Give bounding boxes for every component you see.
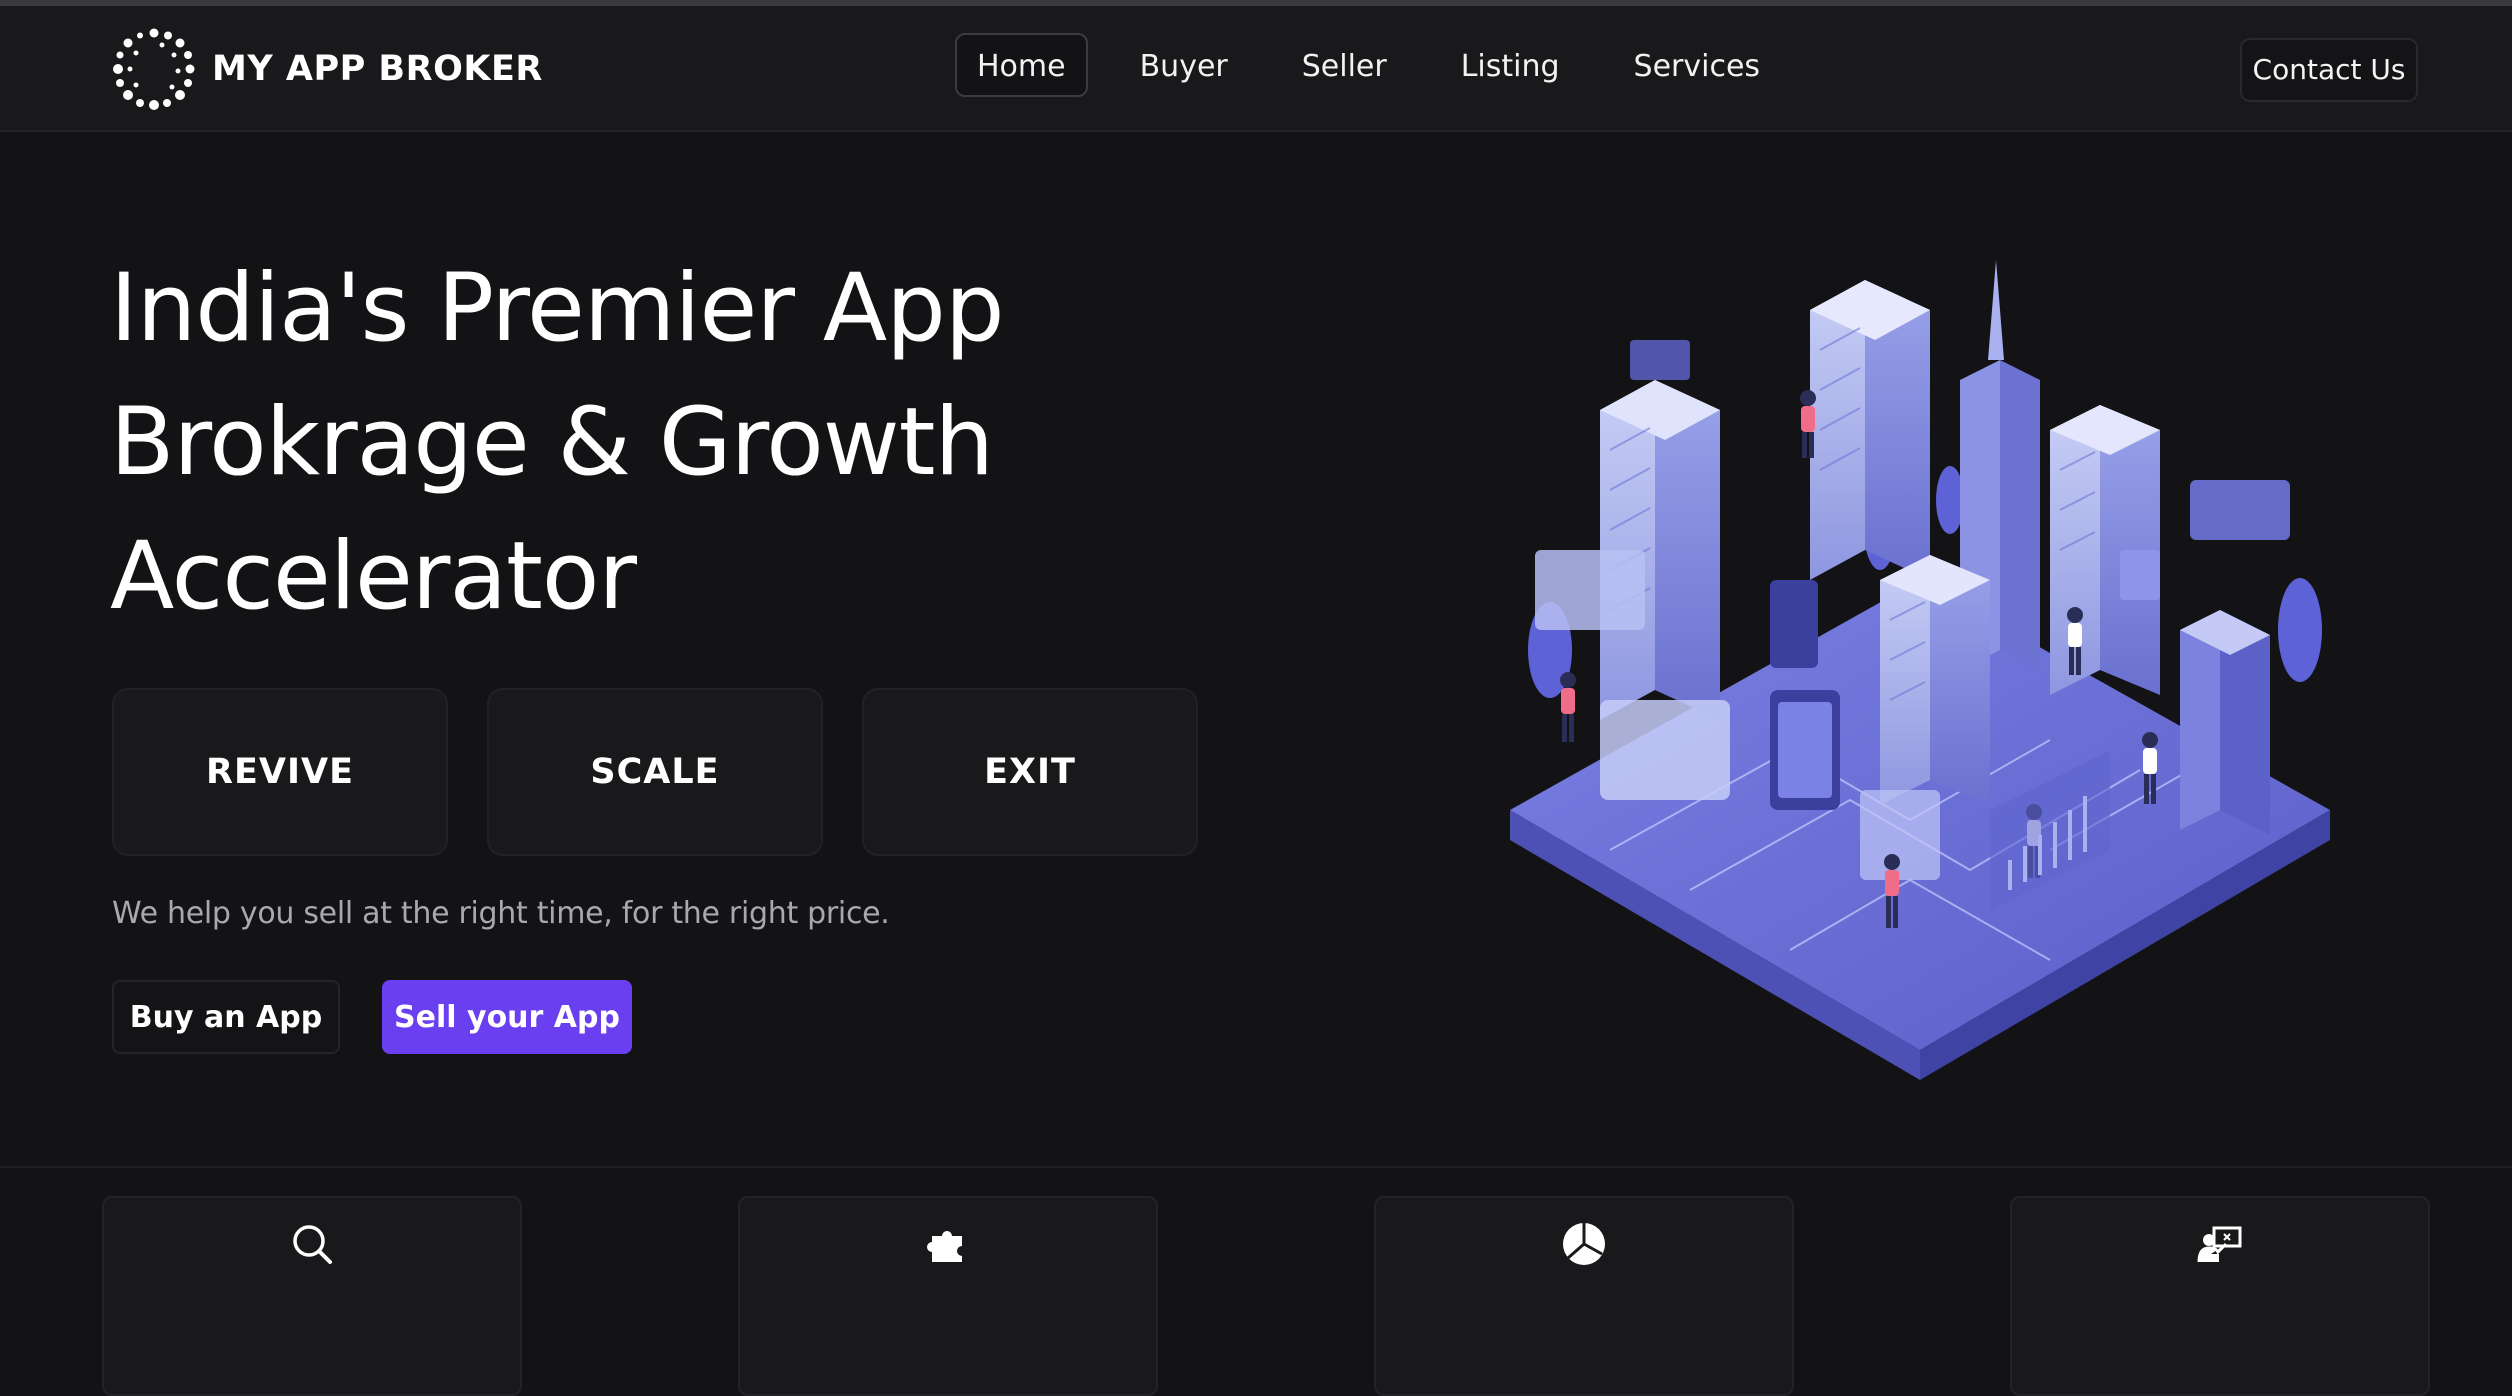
hero-title-line-2: Brokrage & Growth <box>110 388 994 497</box>
pillar-cards: REVIVE SCALE EXIT <box>112 688 1237 856</box>
hero-title-line-3: Accelerator <box>110 522 637 631</box>
cta-buttons: Buy an App Sell your App <box>112 980 632 1054</box>
pillar-revive: REVIVE <box>112 688 448 856</box>
nav-item-home[interactable]: Home <box>955 33 1088 97</box>
hero-title-line-1: India's Premier App <box>110 254 1005 363</box>
buy-app-button[interactable]: Buy an App <box>112 980 340 1054</box>
pillar-scale: SCALE <box>487 688 823 856</box>
feature-card-1[interactable] <box>102 1196 522 1396</box>
nav-item-services[interactable]: Services <box>1612 33 1783 97</box>
features-strip <box>0 1166 2512 1396</box>
hero-title: India's Premier App Brokrage & Growth Ac… <box>110 242 1160 644</box>
puzzle-icon <box>927 1230 962 1262</box>
pillar-exit: EXIT <box>862 688 1198 856</box>
brand[interactable]: MY APP BROKER <box>110 24 543 114</box>
isometric-city-illustration <box>1510 260 2330 1080</box>
nav-item-listing[interactable]: Listing <box>1439 33 1582 97</box>
hero-subtitle: We help you sell at the right time, for … <box>112 896 890 931</box>
main-nav: Home Buyer Seller Listing Services <box>955 32 1812 98</box>
sell-app-button[interactable]: Sell your App <box>382 980 632 1054</box>
feature-card-4[interactable] <box>2010 1196 2430 1396</box>
pie-chart-icon <box>1563 1223 1605 1265</box>
logo-icon <box>113 28 195 110</box>
feature-card-3[interactable] <box>1374 1196 1794 1396</box>
feature-card-2[interactable] <box>738 1196 1158 1396</box>
navbar: MY APP BROKER Home Buyer Seller Listing … <box>0 6 2512 132</box>
nav-item-buyer[interactable]: Buyer <box>1118 33 1250 97</box>
brand-name: MY APP BROKER <box>212 49 543 89</box>
presentation-icon <box>2197 1226 2242 1263</box>
contact-us-button[interactable]: Contact Us <box>2240 38 2418 102</box>
search-icon <box>293 1225 332 1264</box>
nav-item-seller[interactable]: Seller <box>1280 33 1409 97</box>
